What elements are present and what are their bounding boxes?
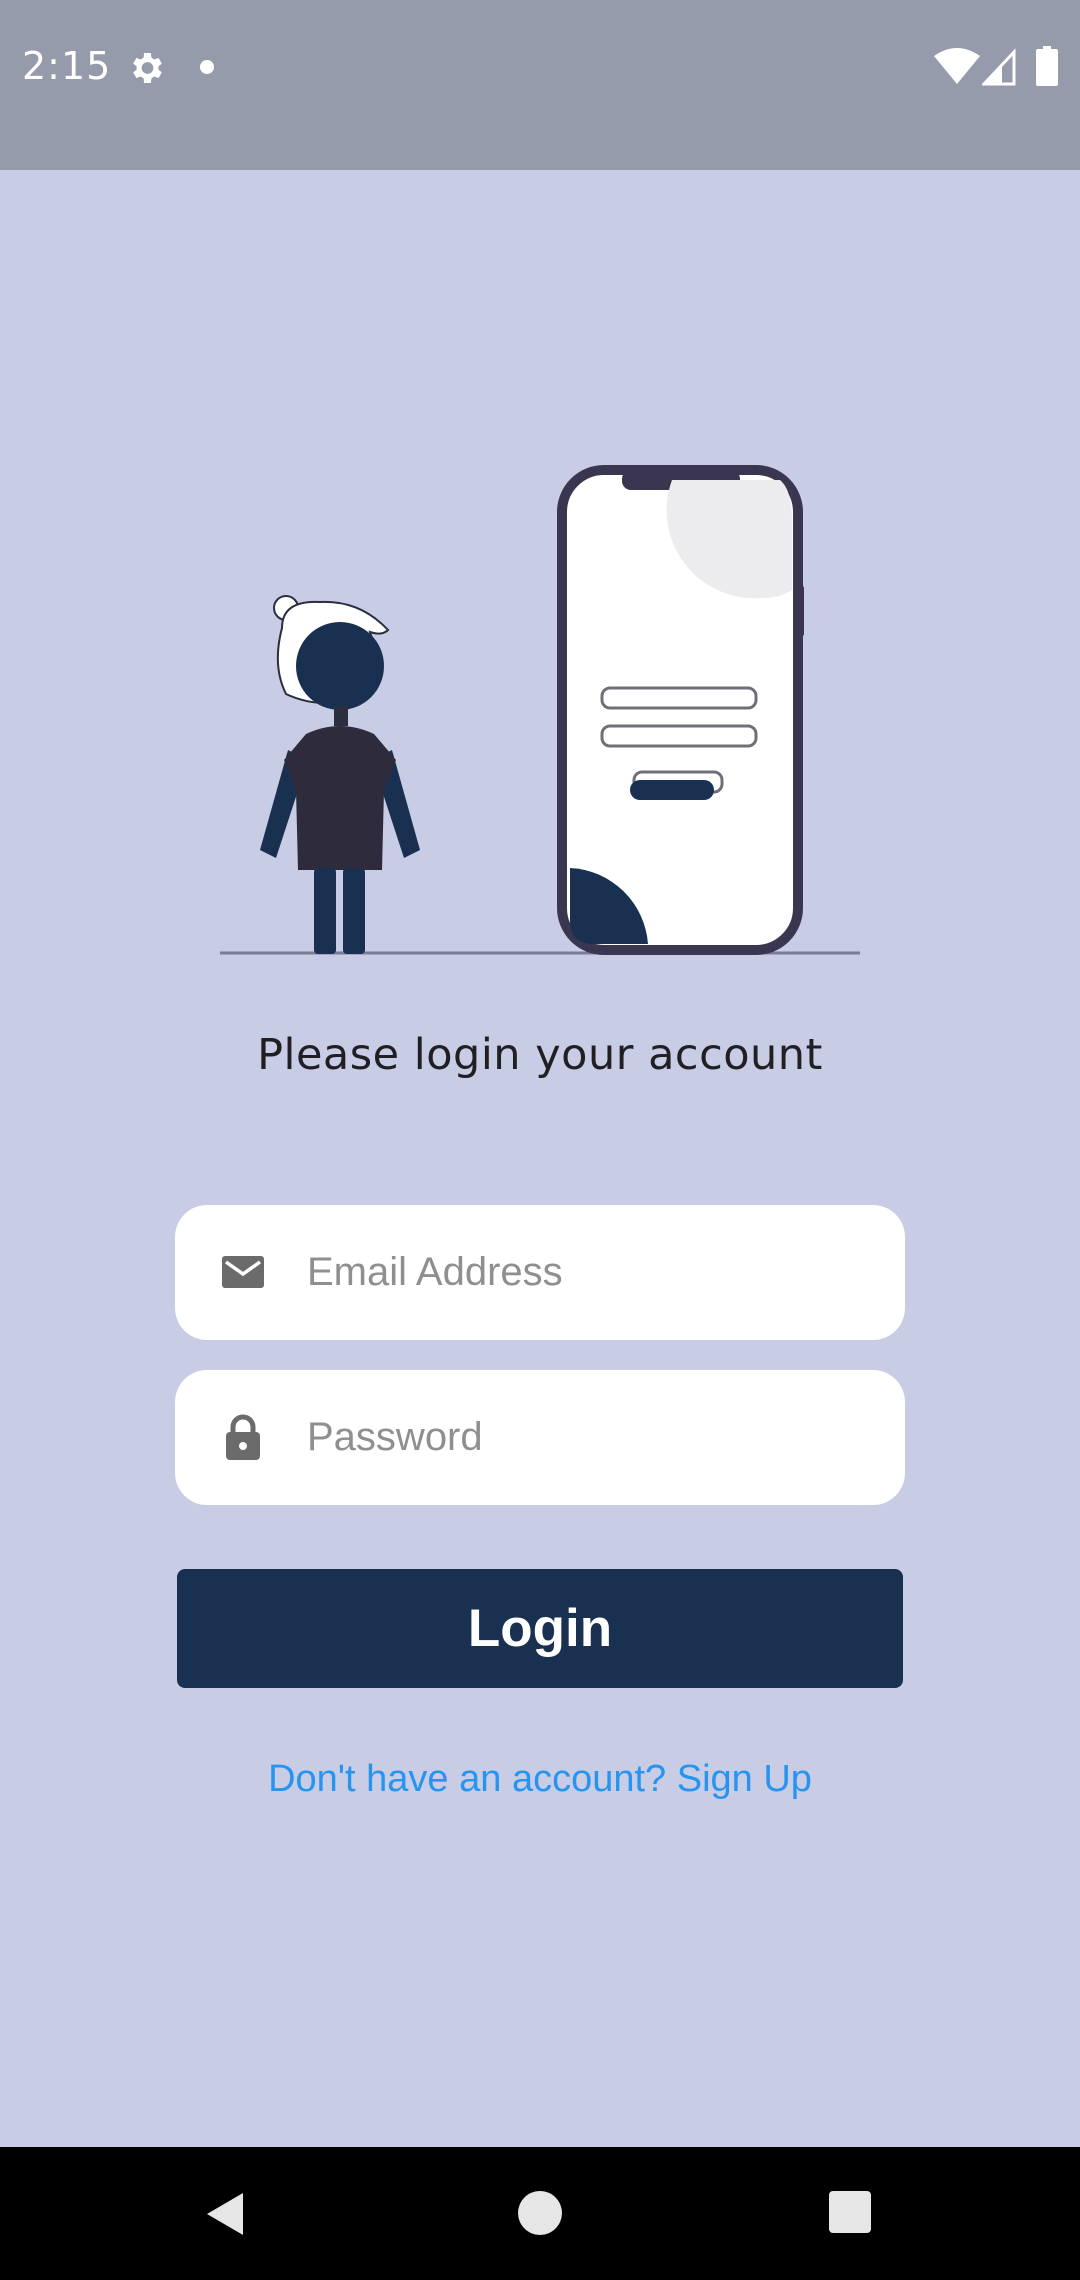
back-icon[interactable] (203, 2189, 247, 2239)
password-input[interactable] (307, 1370, 877, 1505)
status-time: 2:15 (22, 44, 112, 88)
signup-link[interactable]: Don't have an account? Sign Up (0, 1758, 1080, 1801)
notification-dot-icon (200, 60, 214, 74)
status-bar: 2:15 (0, 0, 1080, 170)
password-field[interactable] (175, 1370, 905, 1505)
email-field[interactable] (175, 1205, 905, 1340)
gear-icon (133, 53, 162, 83)
battery-icon (1036, 46, 1058, 86)
recents-icon[interactable] (829, 2191, 871, 2233)
lock-icon (226, 1414, 260, 1460)
wifi-icon (934, 48, 980, 84)
login-button[interactable]: Login (177, 1569, 903, 1688)
login-illustration (220, 465, 860, 955)
mail-icon (222, 1256, 264, 1288)
home-icon[interactable] (518, 2191, 562, 2235)
navigation-bar (0, 2147, 1080, 2280)
login-headline: Please login your account (257, 1030, 823, 1080)
email-input[interactable] (307, 1205, 877, 1340)
cell-signal-icon (982, 48, 1016, 86)
